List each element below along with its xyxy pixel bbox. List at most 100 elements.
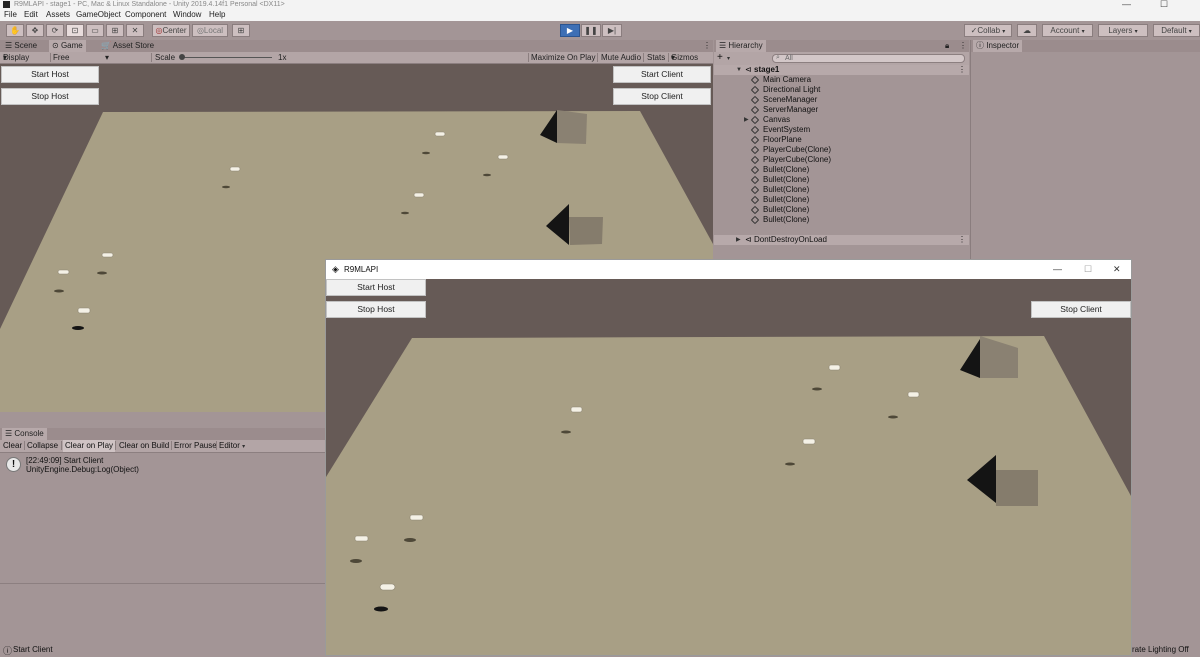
expand-arrow-icon[interactable]: ▶ xyxy=(736,235,741,245)
maximize-on-play-toggle[interactable]: Maximize On Play xyxy=(531,52,595,63)
scale-slider-handle[interactable] xyxy=(179,54,185,60)
hierarchy-item[interactable]: Bullet(Clone) xyxy=(714,215,969,225)
hierarchy-item[interactable]: Directional Light xyxy=(714,85,969,95)
console-clear-button[interactable]: Clear xyxy=(3,440,22,452)
gameobject-icon xyxy=(750,205,760,215)
rotate-tool-icon[interactable]: ⟳ xyxy=(46,24,64,37)
menu-edit[interactable]: Edit xyxy=(24,9,38,21)
console-clear-on-build-button[interactable]: Clear on Build xyxy=(119,440,169,452)
hierarchy-item[interactable]: PlayerCube(Clone) xyxy=(714,155,969,165)
gameobject-icon xyxy=(750,85,760,95)
scale-slider-track[interactable] xyxy=(182,57,272,58)
player-game-view[interactable]: Start Host Stop Host Stop Client xyxy=(326,279,1131,655)
mute-audio-toggle[interactable]: Mute Audio xyxy=(601,52,641,63)
hierarchy-item[interactable]: Bullet(Clone) xyxy=(714,195,969,205)
hierarchy-item[interactable]: EventSystem xyxy=(714,125,969,135)
play-button[interactable]: ▶ xyxy=(560,24,580,37)
console-error-pause-button[interactable]: Error Pause xyxy=(174,440,217,452)
tab-scene-label: Scene xyxy=(14,41,38,50)
scale-tool-icon[interactable]: ⊡ xyxy=(66,24,84,37)
status-message[interactable]: Start Client xyxy=(13,643,53,656)
menu-assets[interactable]: Assets xyxy=(46,9,70,21)
hierarchy-item[interactable]: Bullet(Clone) xyxy=(714,205,969,215)
hierarchy-item[interactable]: SceneManager xyxy=(714,95,969,105)
stop-host-button[interactable]: Stop Host xyxy=(1,88,99,105)
close-icon[interactable]: ✕ xyxy=(1113,260,1121,279)
player-stop-client-button[interactable]: Stop Client xyxy=(1031,301,1131,318)
menu-file[interactable]: File xyxy=(4,9,17,21)
transform-tool-icon[interactable]: ⊞ xyxy=(106,24,124,37)
start-host-button[interactable]: Start Host xyxy=(1,66,99,83)
bullet xyxy=(57,269,70,275)
cloud-icon[interactable]: ☁ xyxy=(1017,24,1037,37)
expand-arrow-icon[interactable]: ▼ xyxy=(736,65,742,75)
move-tool-icon[interactable]: ✥ xyxy=(26,24,44,37)
expand-arrow-icon[interactable]: ▶ xyxy=(744,115,749,125)
hierarchy-item[interactable]: ServerManager xyxy=(714,105,969,115)
editor-title-bar: R9MLAPI - stage1 - PC, Mac & Linux Stand… xyxy=(0,0,1200,9)
pivot-rotation-button[interactable]: ◎Local xyxy=(192,24,228,37)
hierarchy-item[interactable]: Bullet(Clone) xyxy=(714,175,969,185)
console-log-entry[interactable]: [22:49:09] Start Client UnityEngine.Debu… xyxy=(0,454,325,476)
console-collapse-button[interactable]: Collapse xyxy=(27,440,58,452)
maximize-icon[interactable]: ☐ xyxy=(1160,0,1168,9)
hierarchy-item-label: Main Camera xyxy=(763,75,812,84)
stats-toggle[interactable]: Stats xyxy=(647,52,665,63)
create-dropdown-icon[interactable]: ▾ xyxy=(727,55,730,62)
minimize-icon[interactable]: — xyxy=(1053,260,1062,279)
tab-inspector[interactable]: ⓘ Inspector xyxy=(973,40,1023,52)
menu-window[interactable]: Window xyxy=(173,9,201,21)
hierarchy-item-label: Directional Light xyxy=(763,85,821,94)
hierarchy-item[interactable]: Bullet(Clone) xyxy=(714,165,969,175)
menu-gameobject[interactable]: GameObject xyxy=(76,9,121,21)
editor-window-title: R9MLAPI - stage1 - PC, Mac & Linux Stand… xyxy=(14,1,285,8)
hierarchy-item[interactable]: FloorPlane xyxy=(714,135,969,145)
layers-dropdown[interactable]: Layers ▾ xyxy=(1098,24,1148,37)
player-start-host-button[interactable]: Start Host xyxy=(326,279,426,296)
hierarchy-item[interactable]: ▶ Canvas xyxy=(714,115,969,125)
main-toolbar: ✋ ✥ ⟳ ⊡ ▭ ⊞ ✕ ◎Center ◎Local ⊞ ▶ ❚❚ ▶| ✓… xyxy=(0,21,1200,40)
hierarchy-item-label: EventSystem xyxy=(763,125,811,134)
dontdestroy-menu-icon[interactable]: ⋮ xyxy=(958,235,966,245)
hierarchy-item[interactable]: PlayerCube(Clone) xyxy=(714,145,969,155)
console-editor-dropdown[interactable]: Editor ▾ xyxy=(219,440,245,453)
collab-button[interactable]: ✓Collab ▾ xyxy=(964,24,1012,37)
console-divider[interactable] xyxy=(0,583,325,584)
tab-asset-store[interactable]: 🛒 Asset Store xyxy=(98,40,157,52)
tab-game[interactable]: ⊙ Game xyxy=(49,40,86,52)
player-stop-host-button[interactable]: Stop Host xyxy=(326,301,426,318)
lock-icon[interactable]: 🔒︎ xyxy=(942,40,952,52)
create-plus-icon[interactable]: + xyxy=(717,52,723,64)
pivot-mode-button[interactable]: ◎Center xyxy=(152,24,190,37)
panel-menu-icon[interactable]: ⋮ xyxy=(700,40,714,52)
hierarchy-scene-row[interactable]: ▼ ⊲ stage1 ⋮ xyxy=(714,65,969,75)
tab-hierarchy[interactable]: ☰ Hierarchy xyxy=(716,40,766,52)
tab-console[interactable]: ☰ Console xyxy=(2,428,47,440)
tab-hierarchy-label: Hierarchy xyxy=(728,41,763,50)
maximize-icon[interactable]: ☐ xyxy=(1084,260,1092,279)
layout-dropdown[interactable]: Default ▾ xyxy=(1153,24,1200,37)
tab-scene[interactable]: ☰ Scene xyxy=(2,40,40,52)
console-clear-on-play-button[interactable]: Clear on Play xyxy=(63,440,116,452)
account-dropdown[interactable]: Account ▾ xyxy=(1042,24,1093,37)
pause-button[interactable]: ❚❚ xyxy=(581,24,601,37)
custom-tool-icon[interactable]: ✕ xyxy=(126,24,144,37)
grid-snap-icon[interactable]: ⊞ xyxy=(232,24,250,37)
start-client-button[interactable]: Start Client xyxy=(613,66,711,83)
bullet xyxy=(77,307,91,314)
minimize-icon[interactable]: — xyxy=(1122,0,1131,9)
hierarchy-dontdestroy-row[interactable]: ▶ ⊲ DontDestroyOnLoad ⋮ xyxy=(714,235,969,245)
status-info-icon: ⓘ xyxy=(3,646,13,656)
hierarchy-item[interactable]: Main Camera xyxy=(714,75,969,85)
menu-component[interactable]: Component xyxy=(125,9,166,21)
hierarchy-search-input[interactable]: ⌕ All xyxy=(772,54,965,63)
stop-client-button[interactable]: Stop Client xyxy=(613,88,711,105)
player-window-title: R9MLAPI xyxy=(344,265,379,274)
hand-tool-icon[interactable]: ✋ xyxy=(6,24,24,37)
menu-help[interactable]: Help xyxy=(209,9,225,21)
hierarchy-item[interactable]: Bullet(Clone) xyxy=(714,185,969,195)
scene-menu-icon[interactable]: ⋮ xyxy=(958,65,966,75)
rect-tool-icon[interactable]: ▭ xyxy=(86,24,104,37)
hierarchy-menu-icon[interactable]: ⋮ xyxy=(956,40,970,52)
step-button[interactable]: ▶| xyxy=(602,24,622,37)
